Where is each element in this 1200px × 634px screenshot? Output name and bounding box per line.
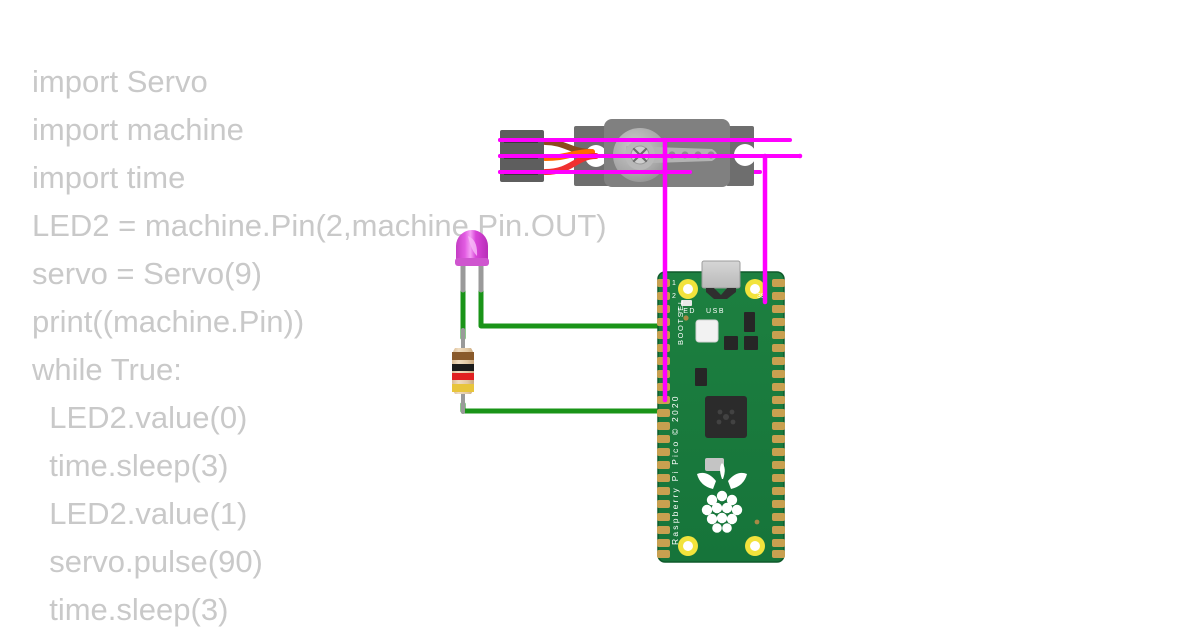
pico-mount-hole-inner bbox=[683, 284, 693, 294]
resistor-band-3 bbox=[452, 373, 474, 380]
pico-testpoint bbox=[754, 519, 760, 525]
canvas-root: import Servo import machine import time … bbox=[0, 0, 1200, 630]
pico-pin-label-2: 2 bbox=[672, 293, 676, 300]
pico-ic-small-3 bbox=[744, 336, 758, 350]
pico-ic-small-4 bbox=[695, 368, 707, 386]
servo-motor[interactable] bbox=[500, 119, 756, 187]
wire-green-group bbox=[460, 279, 667, 414]
resistor-band-4 bbox=[452, 384, 474, 392]
pico-silk-bootsel: BOOTSEL bbox=[676, 298, 685, 345]
resistor-component[interactable] bbox=[452, 328, 474, 414]
pico-mount-hole-inner bbox=[750, 541, 760, 551]
led-flange bbox=[455, 258, 489, 266]
pico-ic-small-1 bbox=[744, 312, 755, 332]
led-component[interactable] bbox=[455, 230, 489, 293]
pico-pin-label-1: 1 bbox=[672, 280, 676, 287]
pico-silk-board-label: Raspberry Pi Pico © 2020 bbox=[670, 394, 680, 545]
pico-mount-hole-inner bbox=[683, 541, 693, 551]
raspberry-pi-pico-board[interactable]: BOOTSEL Raspberry Pi Pico © 2020 LED USB… bbox=[657, 260, 785, 563]
wire-green-cathode-lower[interactable] bbox=[460, 401, 667, 414]
pico-usb-connector bbox=[701, 260, 741, 289]
pico-bootsel-button[interactable] bbox=[695, 319, 719, 343]
resistor-band-2 bbox=[452, 364, 474, 371]
resistor-band-1 bbox=[452, 352, 474, 360]
circuit-diagram: BOOTSEL Raspberry Pi Pico © 2020 LED USB… bbox=[0, 0, 1200, 630]
pico-ic-small-2 bbox=[724, 336, 738, 350]
pico-silk-usb: USB bbox=[706, 308, 725, 315]
wire-green-anode[interactable] bbox=[478, 281, 667, 329]
pico-silk-led: LED bbox=[678, 308, 696, 315]
